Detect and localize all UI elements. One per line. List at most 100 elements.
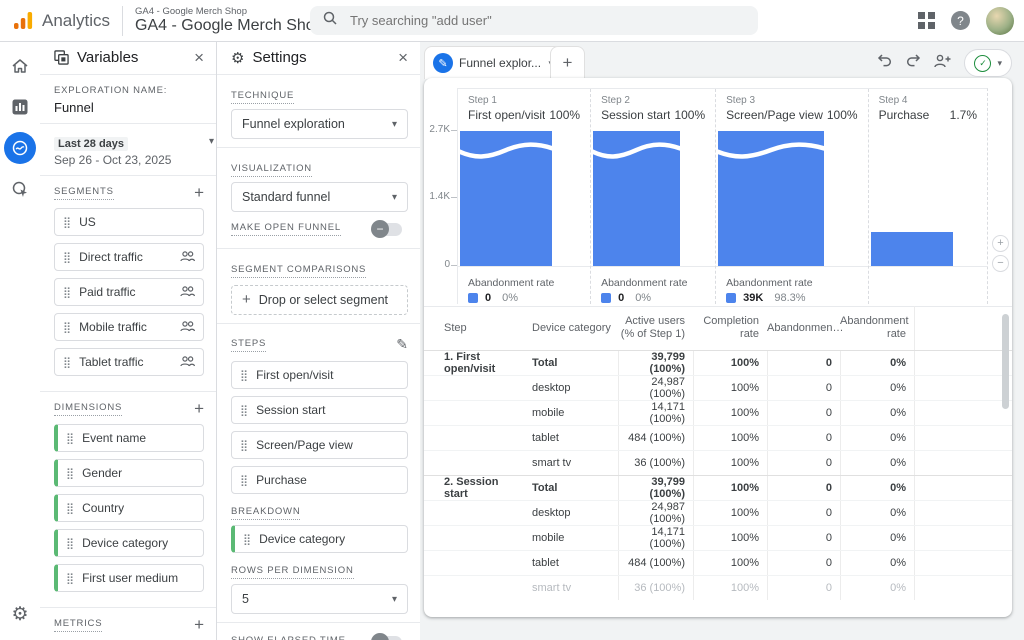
- cell-abandonments: 0: [767, 426, 840, 450]
- header-line2: (% of Step 1): [618, 328, 685, 341]
- cell-completion-rate: 100%: [693, 351, 767, 375]
- table-row[interactable]: desktop24,987 (100%)100%00%: [424, 375, 1012, 400]
- rows-per-dimension-select[interactable]: 5 ▾: [231, 584, 408, 614]
- property-selector[interactable]: GA4 - Google Merch Shop GA4 - Google Mer…: [135, 6, 324, 35]
- redo-button[interactable]: [905, 53, 921, 73]
- table-row[interactable]: smart tv36 (100%)100%00%: [424, 450, 1012, 475]
- search-bar[interactable]: [310, 6, 758, 35]
- funnel-bar[interactable]: [593, 131, 680, 266]
- dimension-item[interactable]: ⣿Gender: [54, 459, 204, 487]
- close-variables-icon[interactable]: ×: [194, 48, 204, 68]
- table-row[interactable]: 1. First open/visitTotal39,799 (100%)100…: [424, 351, 1012, 375]
- funnel-step-item[interactable]: ⣿Session start: [231, 396, 408, 424]
- segment-item[interactable]: ⣿Paid traffic: [54, 278, 204, 306]
- cell-completion-rate: 100%: [693, 401, 767, 425]
- funnel-bar[interactable]: [718, 131, 824, 266]
- column-header[interactable]: Abandonmentrate: [840, 315, 914, 341]
- cell-abandonments: 0: [767, 476, 840, 500]
- show-elapsed-time-label: SHOW ELAPSED TIME: [231, 635, 346, 640]
- segment-item[interactable]: ⣿Tablet traffic: [54, 348, 204, 376]
- funnel-chart: 2.7K1.4K0 Step 1First open/visit100%Aban…: [424, 78, 1012, 307]
- add-dimension-button[interactable]: +: [194, 402, 204, 416]
- dimension-item[interactable]: ⣿Country: [54, 494, 204, 522]
- nav-home[interactable]: [4, 50, 36, 82]
- share-user-button[interactable]: [933, 53, 952, 73]
- column-header[interactable]: Device category: [524, 322, 618, 335]
- technique-select[interactable]: Funnel exploration ▾: [231, 109, 408, 139]
- exploration-name-section: EXPLORATION NAME: Funnel: [40, 75, 216, 124]
- table-row[interactable]: 2. Session startTotal39,799 (100%)100%00…: [424, 475, 1012, 500]
- abandonment-label: Abandonment rate: [468, 277, 554, 289]
- undo-button[interactable]: [877, 53, 893, 73]
- exploration-name-value[interactable]: Funnel: [54, 100, 204, 115]
- add-metric-button[interactable]: +: [194, 618, 204, 632]
- date-range-selector[interactable]: Last 28 days Sep 26 - Oct 23, 2025 ▾: [40, 124, 216, 176]
- admin-gear-icon[interactable]: ⚙: [11, 603, 28, 626]
- segment-drop-target[interactable]: + Drop or select segment: [231, 285, 408, 315]
- column-header[interactable]: Active users(% of Step 1): [618, 315, 693, 341]
- table-row[interactable]: smart tv36 (100%)100%00%: [424, 575, 1012, 600]
- analytics-logo[interactable]: Analytics: [0, 10, 110, 32]
- cell-spacer: [914, 376, 1012, 400]
- date-preset: Last 28 days: [54, 137, 128, 151]
- search-input[interactable]: [348, 12, 746, 29]
- technique-section: TECHNIQUE Funnel exploration ▾: [217, 75, 420, 148]
- drag-handle-icon: ⣿: [240, 404, 248, 417]
- table-scrollbar[interactable]: [1002, 314, 1009, 409]
- cell-spacer: [914, 551, 1012, 575]
- header-line1: Completion: [693, 315, 759, 328]
- dimension-item[interactable]: ⣿Event name: [54, 424, 204, 452]
- segment-label: Direct traffic: [79, 250, 180, 264]
- table-row[interactable]: mobile14,171 (100%)100%00%: [424, 400, 1012, 425]
- funnel-step-item[interactable]: ⣿First open/visit: [231, 361, 408, 389]
- funnel-step-item[interactable]: ⣿Screen/Page view: [231, 431, 408, 459]
- cell-abandonment-rate: 0%: [840, 401, 914, 425]
- funnel-step-number: Step 4: [879, 95, 977, 106]
- zoom-out-icon[interactable]: −: [992, 255, 1009, 272]
- column-header[interactable]: Abandonmen…: [767, 322, 840, 335]
- y-axis-tick-label: 2.7K: [424, 124, 450, 135]
- user-avatar[interactable]: [986, 7, 1014, 35]
- help-icon[interactable]: ?: [951, 11, 970, 30]
- drag-handle-icon: ⣿: [66, 502, 74, 515]
- segment-item[interactable]: ⣿US: [54, 208, 204, 236]
- saved-status-button[interactable]: ✓ ▾: [964, 49, 1012, 77]
- make-open-funnel-toggle[interactable]: −: [372, 223, 402, 236]
- edit-steps-icon[interactable]: ✎: [396, 336, 408, 353]
- apps-grid-icon[interactable]: [918, 12, 935, 29]
- funnel-bar[interactable]: [460, 131, 552, 266]
- add-tab-button[interactable]: +: [550, 46, 585, 79]
- column-header[interactable]: Completionrate: [693, 315, 767, 341]
- funnel-step-header: Step 3Screen/Page view100%: [716, 89, 867, 122]
- zoom-in-icon[interactable]: +: [992, 235, 1009, 252]
- segment-item[interactable]: ⣿Mobile traffic: [54, 313, 204, 341]
- cell-step: 1. First open/visit: [424, 351, 524, 375]
- show-elapsed-time-toggle[interactable]: −: [372, 636, 402, 640]
- funnel-step-label: Screen/Page view: [256, 438, 399, 452]
- funnel-bar[interactable]: [871, 232, 954, 266]
- funnel-step-column: Step 1First open/visit100%Abandonment ra…: [458, 89, 590, 304]
- column-header[interactable]: Step: [424, 322, 524, 335]
- add-segment-button[interactable]: +: [194, 186, 204, 200]
- table-row[interactable]: mobile14,171 (100%)100%00%: [424, 525, 1012, 550]
- dimension-item[interactable]: ⣿First user medium: [54, 564, 204, 592]
- bar-chart-icon: [12, 99, 28, 115]
- visualization-select[interactable]: Standard funnel ▾: [231, 182, 408, 212]
- nav-advertising[interactable]: [4, 173, 36, 205]
- nav-reports[interactable]: [4, 91, 36, 123]
- close-settings-icon[interactable]: ×: [398, 48, 408, 68]
- table-row[interactable]: tablet484 (100%)100%00%: [424, 550, 1012, 575]
- table-row[interactable]: desktop24,987 (100%)100%00%: [424, 500, 1012, 525]
- dimension-item[interactable]: ⣿Device category: [54, 529, 204, 557]
- nav-explore[interactable]: [4, 132, 36, 164]
- plus-icon: +: [242, 293, 251, 307]
- funnel-step-header: Step 2Session start100%: [591, 89, 715, 122]
- table-row[interactable]: tablet484 (100%)100%00%: [424, 425, 1012, 450]
- funnel-step-item[interactable]: ⣿Purchase: [231, 466, 408, 494]
- breakdown-chip[interactable]: ⣿ Device category: [231, 525, 408, 553]
- tab-funnel-exploration[interactable]: ✎ Funnel explor... ▾: [424, 46, 562, 79]
- cell-spacer: [914, 526, 1012, 550]
- dimensions-section: DIMENSIONS + ⣿Event name⣿Gender⣿Country⣿…: [40, 392, 216, 608]
- segment-item[interactable]: ⣿Direct traffic: [54, 243, 204, 271]
- cell-abandonments: 0: [767, 526, 840, 550]
